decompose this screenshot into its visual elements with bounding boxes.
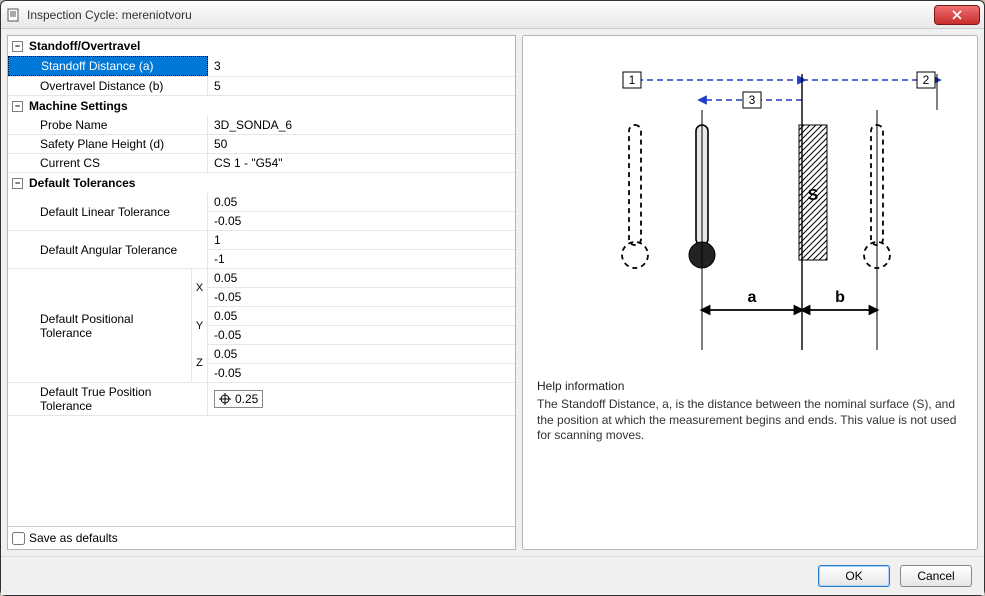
angular-tolerance-lower[interactable]: -1 xyxy=(208,250,515,268)
pos-z-upper[interactable]: 0.05 xyxy=(208,345,515,364)
ok-button[interactable]: OK xyxy=(818,565,890,587)
probe-name-value[interactable]: 3D_SONDA_6 xyxy=(208,116,515,134)
row-angular-tolerance[interactable]: Default Angular Tolerance 1 -1 xyxy=(8,231,515,269)
axis-y-label: Y xyxy=(191,307,207,345)
angular-tolerance-upper[interactable]: 1 xyxy=(208,231,515,250)
group-machine-label: Machine Settings xyxy=(29,99,128,113)
document-icon xyxy=(5,7,21,23)
diagram-marker-1: 1 xyxy=(629,73,636,87)
collapse-icon[interactable]: − xyxy=(12,41,23,52)
probe-name-label: Probe Name xyxy=(8,116,208,134)
pos-y-upper[interactable]: 0.05 xyxy=(208,307,515,326)
safety-height-value[interactable]: 50 xyxy=(208,135,515,153)
dialog-footer: OK Cancel xyxy=(1,556,984,595)
standoff-distance-value[interactable]: 3 xyxy=(208,56,515,76)
overtravel-distance-value[interactable]: 5 xyxy=(208,77,515,95)
help-title: Help information xyxy=(537,379,963,393)
standoff-distance-label: Standoff Distance (a) xyxy=(8,56,208,76)
diagram-b-label: b xyxy=(835,289,845,306)
row-standoff-distance[interactable]: Standoff Distance (a) 3 xyxy=(8,56,515,77)
standoff-diagram: 1 2 3 S xyxy=(537,50,963,363)
pos-x-lower[interactable]: -0.05 xyxy=(208,288,515,307)
true-position-value-text: 0.25 xyxy=(235,392,258,406)
help-text: The Standoff Distance, a, is the distanc… xyxy=(537,397,963,444)
overtravel-distance-label: Overtravel Distance (b) xyxy=(8,77,208,95)
row-positional-tolerance[interactable]: Default Positional Tolerance X Y Z 0.05 … xyxy=(8,269,515,383)
dialog-window: Inspection Cycle: mereniotvoru − Standof… xyxy=(0,0,985,596)
diagram-surface-label: S xyxy=(808,187,819,204)
row-current-cs[interactable]: Current CS CS 1 - "G54" xyxy=(8,154,515,173)
linear-tolerance-upper[interactable]: 0.05 xyxy=(208,193,515,212)
close-button[interactable] xyxy=(934,5,980,25)
row-linear-tolerance[interactable]: Default Linear Tolerance 0.05 -0.05 xyxy=(8,193,515,231)
group-standoff: − Standoff/Overtravel xyxy=(8,36,515,56)
window-title: Inspection Cycle: mereniotvoru xyxy=(27,8,934,22)
group-tolerances-label: Default Tolerances xyxy=(29,176,135,190)
linear-tolerance-label: Default Linear Tolerance xyxy=(8,193,207,230)
content-area: − Standoff/Overtravel Standoff Distance … xyxy=(1,29,984,556)
row-overtravel-distance[interactable]: Overtravel Distance (b) 5 xyxy=(8,77,515,96)
current-cs-label: Current CS xyxy=(8,154,208,172)
pos-x-upper[interactable]: 0.05 xyxy=(208,269,515,288)
positional-tolerance-label: Default Positional Tolerance xyxy=(8,269,191,382)
group-machine: − Machine Settings xyxy=(8,96,515,116)
angular-tolerance-label: Default Angular Tolerance xyxy=(8,231,207,268)
diagram-marker-2: 2 xyxy=(923,73,930,87)
diagram-marker-3: 3 xyxy=(749,93,756,107)
save-defaults-row: Save as defaults xyxy=(8,526,515,549)
true-position-label: Default True Position Tolerance xyxy=(8,383,208,415)
group-tolerances: − Default Tolerances xyxy=(8,173,515,193)
pos-y-lower[interactable]: -0.05 xyxy=(208,326,515,345)
group-standoff-label: Standoff/Overtravel xyxy=(29,39,140,53)
help-panel: 1 2 3 S xyxy=(522,35,978,550)
property-panel: − Standoff/Overtravel Standoff Distance … xyxy=(7,35,516,550)
current-cs-value[interactable]: CS 1 - "G54" xyxy=(208,154,515,172)
row-safety-height[interactable]: Safety Plane Height (d) 50 xyxy=(8,135,515,154)
save-defaults-label: Save as defaults xyxy=(29,531,118,545)
row-true-position-tolerance[interactable]: Default True Position Tolerance 0.25 xyxy=(8,383,515,416)
save-defaults-checkbox[interactable] xyxy=(12,532,25,545)
diagram-a-label: a xyxy=(748,289,757,306)
titlebar: Inspection Cycle: mereniotvoru xyxy=(1,1,984,29)
collapse-icon[interactable]: − xyxy=(12,101,23,112)
true-position-value[interactable]: 0.25 xyxy=(208,383,515,415)
collapse-icon[interactable]: − xyxy=(12,178,23,189)
true-position-icon xyxy=(219,393,231,405)
cancel-button[interactable]: Cancel xyxy=(900,565,972,587)
pos-z-lower[interactable]: -0.05 xyxy=(208,364,515,382)
property-grid: − Standoff/Overtravel Standoff Distance … xyxy=(8,36,515,526)
row-probe-name[interactable]: Probe Name 3D_SONDA_6 xyxy=(8,116,515,135)
linear-tolerance-lower[interactable]: -0.05 xyxy=(208,212,515,230)
axis-z-label: Z xyxy=(191,344,207,382)
safety-height-label: Safety Plane Height (d) xyxy=(8,135,208,153)
axis-x-label: X xyxy=(191,269,207,307)
